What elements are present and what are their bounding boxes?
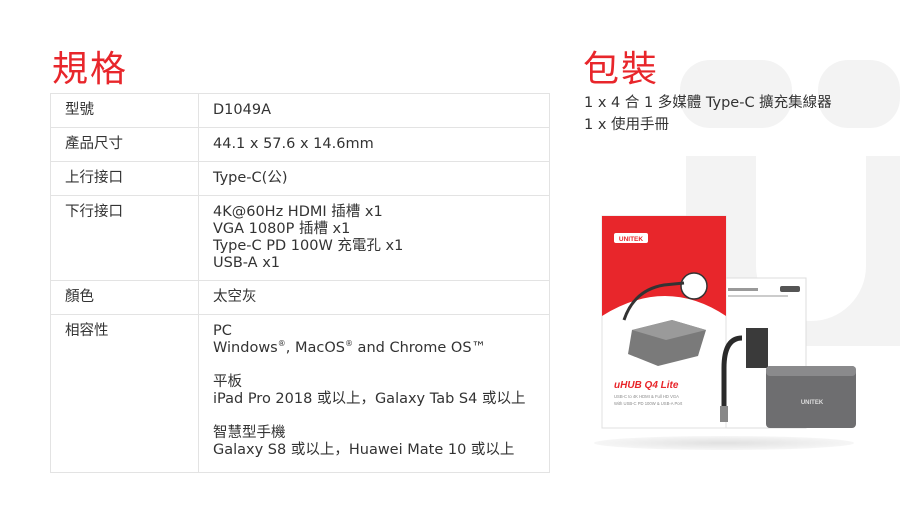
box-brand-text: UNITEK bbox=[619, 236, 644, 243]
package-item: 1 x 4 合 1 多媒體 Type-C 擴充集線器 bbox=[584, 95, 832, 111]
compat-phone-label: 智慧型手機 bbox=[213, 425, 286, 441]
compat-tablet-label: 平板 bbox=[213, 374, 242, 390]
spec-key: 產品尺寸 bbox=[50, 127, 199, 162]
spec-value: 4K@60Hz HDMI 插槽 x1 VGA 1080P 插槽 x1 Type-… bbox=[198, 195, 550, 281]
product-image: UNITEK uHUB Q4 Lite USB-C to 4K HDMI & F… bbox=[601, 215, 856, 429]
box-icon: UNITEK uHUB Q4 Lite USB-C to 4K HDMI & F… bbox=[601, 215, 727, 429]
spec-key: 相容性 bbox=[50, 314, 199, 473]
spec-value: 太空灰 bbox=[198, 280, 550, 315]
box-desc-2: With USB-C PD 100W & USB-A Port bbox=[614, 401, 683, 406]
spec-value: D1049A bbox=[198, 93, 550, 128]
package-item: 1 x 使用手冊 bbox=[584, 117, 670, 133]
spec-value-line: USB-A x1 bbox=[213, 255, 281, 271]
spec-value-line: Type-C(公) bbox=[213, 170, 288, 186]
package-heading: 包裝 bbox=[583, 49, 660, 90]
spec-value: 44.1 x 57.6 x 14.6mm bbox=[198, 127, 550, 162]
box-desc-1: USB-C to 4K HDMI & Full HD VGA bbox=[614, 394, 679, 399]
table-row: 顏色 太空灰 bbox=[50, 280, 550, 315]
compat-phone-models: Galaxy S8 或以上，Huawei Mate 10 或以上 bbox=[213, 442, 515, 458]
spec-value-line: 太空灰 bbox=[213, 289, 257, 305]
compat-pc-label: PC bbox=[213, 323, 232, 339]
spec-heading: 規格 bbox=[52, 49, 129, 90]
package-list: 1 x 4 合 1 多媒體 Type-C 擴充集線器 1 x 使用手冊 bbox=[584, 92, 832, 136]
os-windows: Windows bbox=[213, 340, 278, 356]
spec-value: Type-C(公) bbox=[198, 161, 550, 196]
os-macos: , MacOS bbox=[285, 340, 345, 356]
spec-key: 顏色 bbox=[50, 280, 199, 315]
spec-key: 下行接口 bbox=[50, 195, 199, 281]
spec-key: 上行接口 bbox=[50, 161, 199, 196]
hub-brand-text: UNITEK bbox=[801, 400, 824, 406]
spec-key: 型號 bbox=[50, 93, 199, 128]
spec-value-line: 4K@60Hz HDMI 插槽 x1 bbox=[213, 204, 383, 220]
table-row: 上行接口 Type-C(公) bbox=[50, 161, 550, 196]
registered-mark: ® bbox=[277, 339, 286, 349]
os-chrome: and Chrome OS™ bbox=[352, 340, 487, 356]
spec-value-line: VGA 1080P 插槽 x1 bbox=[213, 221, 351, 237]
spec-value-line: D1049A bbox=[213, 102, 271, 118]
compat-tablet-models: iPad Pro 2018 或以上，Galaxy Tab S4 或以上 bbox=[213, 391, 526, 407]
table-row: 產品尺寸 44.1 x 57.6 x 14.6mm bbox=[50, 127, 550, 162]
table-row: 型號 D1049A bbox=[50, 93, 550, 128]
registered-mark: ® bbox=[344, 339, 353, 349]
box-product-name: uHUB Q4 Lite bbox=[614, 380, 679, 391]
spec-value: PC Windows®, MacOS® and Chrome OS™ 平板 iP… bbox=[198, 314, 550, 473]
compat-pc-os: Windows®, MacOS® and Chrome OS™ bbox=[213, 340, 549, 357]
spec-value-line: Type-C PD 100W 充電孔 x1 bbox=[213, 238, 404, 254]
table-row: 下行接口 4K@60Hz HDMI 插槽 x1 VGA 1080P 插槽 x1 … bbox=[50, 195, 550, 281]
spec-table: 型號 D1049A 產品尺寸 44.1 x 57.6 x 14.6mm 上行接口… bbox=[50, 93, 550, 473]
spec-value-line: 44.1 x 57.6 x 14.6mm bbox=[213, 136, 374, 152]
table-row: 相容性 PC Windows®, MacOS® and Chrome OS™ 平… bbox=[50, 314, 550, 473]
